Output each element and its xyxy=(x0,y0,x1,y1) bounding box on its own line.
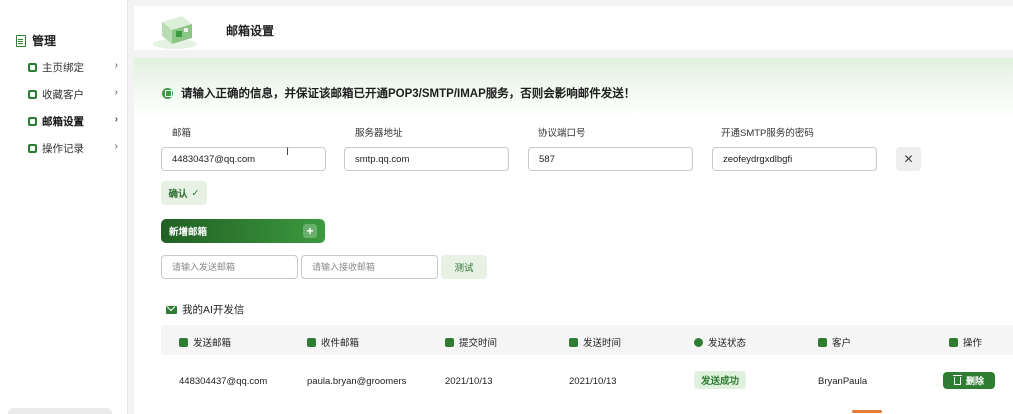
sidebar-item-label: 主页绑定 xyxy=(42,61,84,74)
sidebar-title: 管理 xyxy=(16,32,56,49)
add-mailbox-button[interactable]: 新增邮箱 + xyxy=(161,219,325,243)
server-field[interactable] xyxy=(344,147,509,171)
server-label: 服务器地址 xyxy=(355,128,403,139)
status-badge: 发送成功 xyxy=(694,371,746,389)
info-icon xyxy=(694,337,703,347)
notice-text: 请输入正确的信息，并保证该邮箱已开通POP3/SMTP/IMAP服务，否则会影响… xyxy=(181,88,636,100)
mail-icon xyxy=(28,116,37,126)
receive-email-input[interactable] xyxy=(301,255,438,279)
sidebar-item-label: 收藏客户 xyxy=(42,88,84,101)
mailbox-illustration-icon xyxy=(153,16,197,49)
close-icon: ✕ xyxy=(903,152,914,166)
test-button[interactable]: 测试 xyxy=(441,255,487,279)
column-header-label: 操作 xyxy=(963,338,983,349)
sidebar-item-homepage-binding[interactable]: 主页绑定 › xyxy=(28,59,120,75)
email-field[interactable] xyxy=(161,147,326,171)
cell-sender: 448304437@qq.com xyxy=(179,376,268,387)
column-header-label: 发送时间 xyxy=(583,338,622,349)
column-header-status: 发送状态 xyxy=(694,335,746,349)
smtp-password-field[interactable] xyxy=(712,147,877,171)
notice: 请输入正确的信息，并保证该邮箱已开通POP3/SMTP/IMAP服务，否则会影响… xyxy=(162,85,635,101)
column-header-label: 发送状态 xyxy=(708,338,747,349)
confirm-label: 确认 xyxy=(168,189,188,200)
page-title: 邮箱设置 xyxy=(226,24,275,38)
column-header-label: 提交时间 xyxy=(459,338,498,349)
cell-recipient: paula.bryan@groomers xyxy=(307,376,407,387)
delete-label: 删除 xyxy=(965,376,984,386)
hand-pointer-icon xyxy=(949,337,958,347)
column-header-customer: 客户 xyxy=(818,335,851,349)
column-header-label: 客户 xyxy=(832,338,852,349)
link-icon xyxy=(28,62,37,72)
column-header-sender: 发送邮箱 xyxy=(179,335,231,349)
page-header: 邮箱设置 xyxy=(134,6,1013,50)
user-icon xyxy=(818,337,827,347)
chevron-right-icon: › xyxy=(114,60,118,71)
column-header-send-time: 发送时间 xyxy=(569,335,621,349)
remove-row-button[interactable]: ✕ xyxy=(896,147,921,171)
delete-button[interactable]: 删除 xyxy=(943,372,995,389)
sidebar-item-label: 邮箱设置 xyxy=(42,115,84,128)
cell-customer: BryanPaula xyxy=(818,376,868,387)
column-header-action: 操作 xyxy=(949,335,982,349)
cell-submit-time: 2021/10/13 xyxy=(445,376,493,387)
send-email-input[interactable] xyxy=(161,255,298,279)
table-row: 448304437@qq.com paula.bryan@groomers 20… xyxy=(161,362,1013,400)
main-panel: 请输入正确的信息，并保证该邮箱已开通POP3/SMTP/IMAP服务，否则会影响… xyxy=(134,58,1013,414)
column-header-label: 收件邮箱 xyxy=(321,338,360,349)
envelope-icon xyxy=(179,337,188,347)
confirm-button[interactable]: 确认 ✓ xyxy=(161,181,207,205)
chevron-right-icon: › xyxy=(114,114,118,125)
record-icon xyxy=(28,143,37,153)
plus-icon: + xyxy=(303,224,317,238)
calendar-icon xyxy=(445,337,454,347)
scroll-accent xyxy=(852,410,882,413)
sidebar-title-label: 管理 xyxy=(32,34,57,48)
column-header-label: 发送邮箱 xyxy=(193,338,232,349)
port-label: 协议端口号 xyxy=(538,128,586,139)
sidebar-scroll-hint xyxy=(8,408,112,414)
ai-letters-section-title: 我的AI开发信 xyxy=(166,302,244,317)
mailbox-icon xyxy=(307,337,316,347)
port-field[interactable] xyxy=(528,147,693,171)
star-icon xyxy=(28,89,37,99)
calendar-check-icon xyxy=(569,337,578,347)
sidebar-item-mailbox-settings[interactable]: 邮箱设置 › xyxy=(28,113,120,129)
info-badge-icon xyxy=(162,87,173,99)
cell-send-time: 2021/10/13 xyxy=(569,376,617,387)
column-header-recipient: 收件邮箱 xyxy=(307,335,359,349)
sidebar-item-favorite-customers[interactable]: 收藏客户 › xyxy=(28,86,120,102)
chevron-right-icon: › xyxy=(114,141,118,152)
column-header-submit-time: 提交时间 xyxy=(445,335,497,349)
check-icon: ✓ xyxy=(191,187,200,199)
table-header: 发送邮箱 收件邮箱 提交时间 发送时间 发送状态 客户 操作 xyxy=(161,325,1013,355)
trash-icon xyxy=(952,374,962,385)
password-label: 开通SMTP服务的密码 xyxy=(721,128,814,139)
sidebar-item-label: 操作记录 xyxy=(42,142,84,155)
sidebar: 管理 主页绑定 › 收藏客户 › 邮箱设置 › 操作记录 › xyxy=(0,0,128,414)
text-cursor-icon: I xyxy=(286,146,290,158)
document-icon xyxy=(16,34,26,47)
add-mailbox-label: 新增邮箱 xyxy=(169,227,208,238)
sidebar-item-operation-log[interactable]: 操作记录 › xyxy=(28,140,120,156)
envelope-icon xyxy=(166,305,177,314)
email-label: 邮箱 xyxy=(172,128,192,139)
section-title-label: 我的AI开发信 xyxy=(182,304,245,316)
chevron-right-icon: › xyxy=(114,87,118,98)
